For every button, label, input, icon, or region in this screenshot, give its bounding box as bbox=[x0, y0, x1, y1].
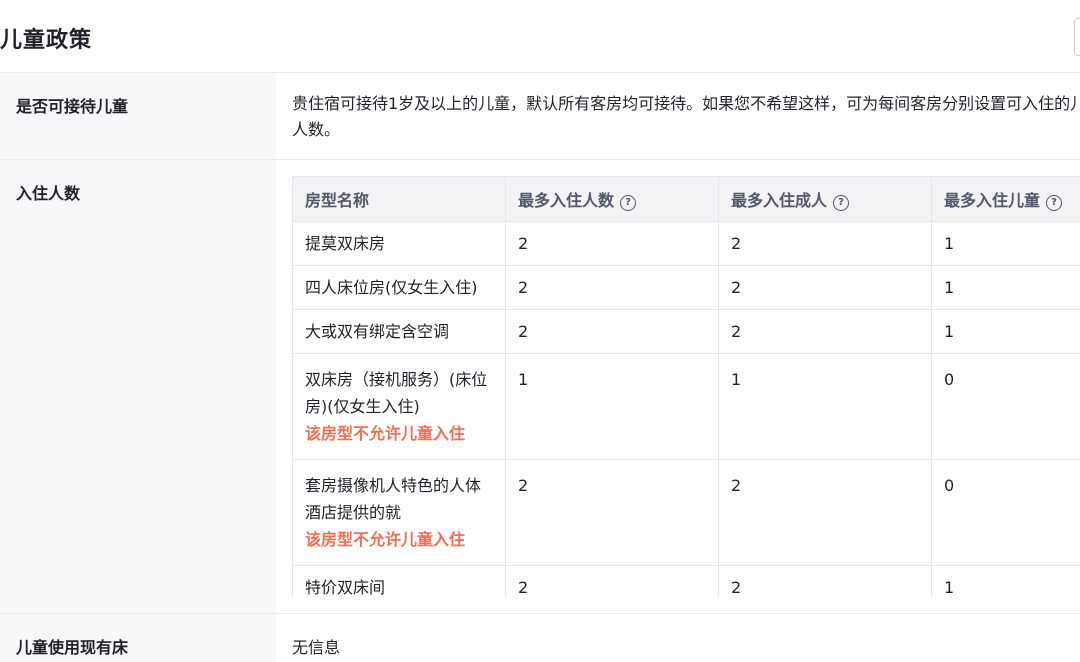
child-policy-page: 儿童政策 是否可接待儿童 贵住宿可接待1岁及以上的儿童，默认所有客房均可接待。如… bbox=[0, 0, 1080, 662]
room-table-container[interactable]: 房型名称 最多入住人数? 最多入住成人? 最多入住儿童? 提莫双床房 2 2 1 bbox=[292, 176, 1080, 597]
max-total-cell: 2 bbox=[505, 459, 719, 566]
no-children-warning: 该房型不允许儿童入住 bbox=[305, 530, 466, 549]
max-children-cell: 1 bbox=[931, 565, 1080, 597]
max-total-cell: 2 bbox=[505, 265, 719, 310]
column-header-max-total: 最多入住人数? bbox=[505, 176, 719, 222]
room-name: 双床房（接机服务）(床位房)(仅女生入住) bbox=[305, 370, 488, 416]
room-name: 套房摄像机人特色的人体酒店提供的就 bbox=[305, 476, 482, 522]
row-value: 贵住宿可接待1岁及以上的儿童，默认所有客房均可接待。如果您不希望这样，可为每间客… bbox=[276, 73, 1080, 159]
row-label: 入住人数 bbox=[0, 160, 276, 613]
row-label: 儿童使用现有床 bbox=[0, 614, 276, 662]
table-header-row: 房型名称 最多入住人数? 最多入住成人? 最多入住儿童? bbox=[292, 176, 1080, 222]
existing-bed-row: 儿童使用现有床 无信息 bbox=[0, 614, 1080, 662]
room-name-cell: 提莫双床房 bbox=[292, 221, 506, 266]
section-header: 儿童政策 bbox=[0, 0, 1080, 73]
table-row: 套房摄像机人特色的人体酒店提供的就 该房型不允许儿童入住 2 2 0 bbox=[292, 459, 1080, 566]
edit-button[interactable] bbox=[1074, 18, 1080, 56]
column-header-max-children: 最多入住儿童? bbox=[931, 176, 1080, 222]
max-adults-cell: 2 bbox=[718, 265, 932, 310]
no-children-warning: 该房型不允许儿童入住 bbox=[305, 424, 466, 443]
column-header-room-name: 房型名称 bbox=[292, 176, 506, 222]
max-children-cell: 0 bbox=[931, 353, 1080, 460]
max-adults-cell: 2 bbox=[718, 459, 932, 566]
room-name-cell: 双床房（接机服务）(床位房)(仅女生入住) 该房型不允许儿童入住 bbox=[292, 353, 506, 460]
room-occupancy-table: 房型名称 最多入住人数? 最多入住成人? 最多入住儿童? 提莫双床房 2 2 1 bbox=[292, 176, 1080, 597]
max-children-cell: 1 bbox=[931, 221, 1080, 266]
room-name-cell: 大或双有绑定含空调 bbox=[292, 309, 506, 354]
max-adults-cell: 1 bbox=[718, 353, 932, 460]
room-name-cell: 特价双床间 bbox=[292, 565, 506, 597]
question-circle-icon[interactable]: ? bbox=[833, 195, 850, 211]
column-header-max-adults: 最多入住成人? bbox=[718, 176, 932, 222]
accept-children-text: 贵住宿可接待1岁及以上的儿童，默认所有客房均可接待。如果您不希望这样，可为每间客… bbox=[292, 94, 1080, 139]
room-name-cell: 套房摄像机人特色的人体酒店提供的就 该房型不允许儿童入住 bbox=[292, 459, 506, 566]
occupancy-row: 入住人数 房型名称 最多入住人数? 最多入住成人? 最多入住儿童? 提莫双床房 … bbox=[0, 160, 1080, 614]
max-total-cell: 2 bbox=[505, 309, 719, 354]
row-value: 房型名称 最多入住人数? 最多入住成人? 最多入住儿童? 提莫双床房 2 2 1 bbox=[276, 160, 1080, 613]
room-name-cell: 四人床位房(仅女生入住) bbox=[292, 265, 506, 310]
max-adults-cell: 2 bbox=[718, 309, 932, 354]
max-adults-cell: 2 bbox=[718, 565, 932, 597]
row-label: 是否可接待儿童 bbox=[0, 73, 276, 159]
question-circle-icon[interactable]: ? bbox=[620, 195, 637, 211]
max-children-cell: 1 bbox=[931, 309, 1080, 354]
max-total-cell: 2 bbox=[505, 221, 719, 266]
max-total-cell: 1 bbox=[505, 353, 719, 460]
question-circle-icon[interactable]: ? bbox=[1046, 195, 1063, 211]
table-row: 四人床位房(仅女生入住) 2 2 1 bbox=[292, 265, 1080, 310]
table-row: 双床房（接机服务）(床位房)(仅女生入住) 该房型不允许儿童入住 1 1 0 bbox=[292, 353, 1080, 460]
row-value: 无信息 bbox=[292, 638, 341, 657]
max-adults-cell: 2 bbox=[718, 221, 932, 266]
table-row: 提莫双床房 2 2 1 bbox=[292, 221, 1080, 266]
table-row: 大或双有绑定含空调 2 2 1 bbox=[292, 309, 1080, 354]
accept-children-row: 是否可接待儿童 贵住宿可接待1岁及以上的儿童，默认所有客房均可接待。如果您不希望… bbox=[0, 73, 1080, 160]
table-row: 特价双床间 2 2 1 bbox=[292, 565, 1080, 597]
max-total-cell: 2 bbox=[505, 565, 719, 597]
max-children-cell: 0 bbox=[931, 459, 1080, 566]
max-children-cell: 1 bbox=[931, 265, 1080, 310]
page-title: 儿童政策 bbox=[0, 28, 93, 53]
